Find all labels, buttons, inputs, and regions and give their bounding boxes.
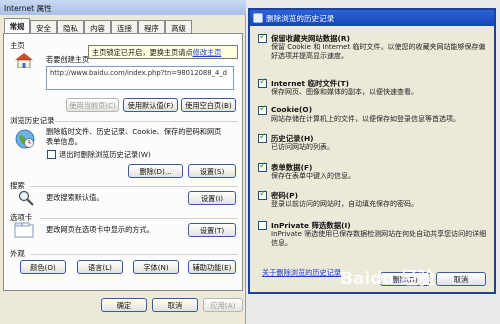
languages-button[interactable]: 语言(L) [77, 260, 123, 274]
history-desc-line2: 表单信息。 [46, 137, 82, 146]
item-desc: 保存网页、图像和媒体的副本，以便快速查看。 [271, 88, 418, 96]
item-desc: 登录以前访问的网站时，自动填充保存的密码。 [271, 200, 418, 208]
delete-history-title: 删除浏览的历史记录 [250, 10, 494, 26]
change-homepage-link[interactable]: 修改主页 [193, 48, 222, 57]
tab-privacy[interactable]: 隐私 [57, 20, 84, 33]
item-desc: InPrivate 筛选使用已保存数据检测网站在何处自动共享您访问的详细信息。 [271, 230, 487, 247]
search-icon [18, 190, 34, 206]
homepage-url-field[interactable]: http://www.baidu.com/index.php?tn=980120… [46, 66, 234, 90]
tooltip-text: 主页锁定已开启，更换主页请点 [92, 48, 193, 57]
history-settings-button[interactable]: 设置(S) [188, 164, 236, 178]
window-title: Internet 属性 [0, 0, 246, 15]
keep-favorites-checkbox[interactable] [258, 32, 267, 43]
history-heading: 浏览历史记录 [10, 116, 55, 125]
internet-properties-dialog: Internet 属性 常规 安全 隐私 内容 连接 程序 高级 主页 若要创建… [0, 0, 246, 324]
delete-history-dialog: 删除浏览的历史记录 保留收藏夹网站数据(R) 保留 Cookie 和 Inter… [248, 8, 496, 294]
history-desc-line1: 删除临时文件、历史记录、Cookie、保存的密码和网页 [46, 127, 222, 136]
cancel-button[interactable]: 取消 [152, 298, 198, 312]
homepage-desc: 若要创建主页 [46, 55, 90, 64]
about-delete-history-link[interactable]: 关于删除浏览的历史记录 [262, 268, 341, 278]
divider [55, 121, 238, 122]
exit-delete-checkbox[interactable] [47, 150, 56, 159]
accessibility-button[interactable]: 辅助功能(E) [188, 260, 236, 274]
fonts-button[interactable]: 字体(N) [133, 260, 179, 274]
history-checkbox[interactable] [258, 132, 267, 143]
temp-files-checkbox[interactable] [258, 77, 267, 88]
delete-button[interactable]: 删除(D)... [128, 164, 183, 178]
ok-button[interactable]: 确定 [101, 298, 147, 312]
divider [40, 218, 238, 219]
inprivate-checkbox[interactable] [258, 221, 267, 230]
tab-content[interactable]: 内容 [84, 20, 111, 33]
item-title: Cookie(O) [271, 105, 313, 114]
appearance-heading: 外观 [10, 249, 25, 258]
apply-button[interactable]: 应用(A) [203, 298, 243, 312]
tabs-settings-button[interactable]: 设置(T) [188, 223, 236, 237]
item-desc: 网站存储在计算机上的文件，以便保存如登录信息等首选项。 [271, 115, 460, 123]
item-desc: 保存在表单中键入的信息。 [271, 172, 355, 180]
divider [30, 254, 238, 255]
homepage-heading: 主页 [10, 41, 25, 50]
tab-programs[interactable]: 程序 [138, 20, 165, 33]
homepage-lock-tooltip: 主页锁定已开启，更换主页请点修改主页 [88, 45, 238, 59]
tab-general[interactable]: 常规 [4, 18, 30, 34]
history-globe-icon [14, 128, 36, 150]
tabs-icon [14, 222, 34, 238]
window-icon [253, 13, 263, 23]
item-desc: 已访问网站的列表。 [271, 143, 334, 151]
baidu-watermark: Baidu 经验 [340, 269, 435, 289]
house-icon [14, 52, 34, 69]
form-data-checkbox[interactable] [258, 161, 267, 172]
divider [30, 186, 238, 187]
cookies-checkbox[interactable] [258, 104, 267, 115]
tabs-desc: 更改网页在选项卡中显示的方式。 [46, 225, 154, 234]
use-blank-button[interactable]: 使用空白页(B) [181, 98, 236, 112]
use-current-button[interactable]: 使用当前页(C) [66, 98, 119, 112]
tab-advanced[interactable]: 高级 [165, 20, 192, 33]
search-desc: 更改搜索默认值。 [46, 193, 104, 202]
search-settings-button[interactable]: 设置(I) [188, 191, 236, 205]
dh-cancel-button[interactable]: 取消 [436, 272, 486, 286]
use-default-button[interactable]: 使用默认值(F) [123, 98, 178, 112]
passwords-checkbox[interactable] [258, 189, 267, 200]
tab-connections[interactable]: 连接 [111, 20, 138, 33]
tab-security[interactable]: 安全 [30, 20, 57, 33]
colors-button[interactable]: 颜色(O) [20, 260, 66, 274]
exit-delete-label: 退出时删除浏览历史记录(W) [59, 150, 151, 159]
item-desc: 保留 Cookie 和 Internet 临时文件，以使您的收藏夹网站能够保存偏… [271, 43, 486, 60]
